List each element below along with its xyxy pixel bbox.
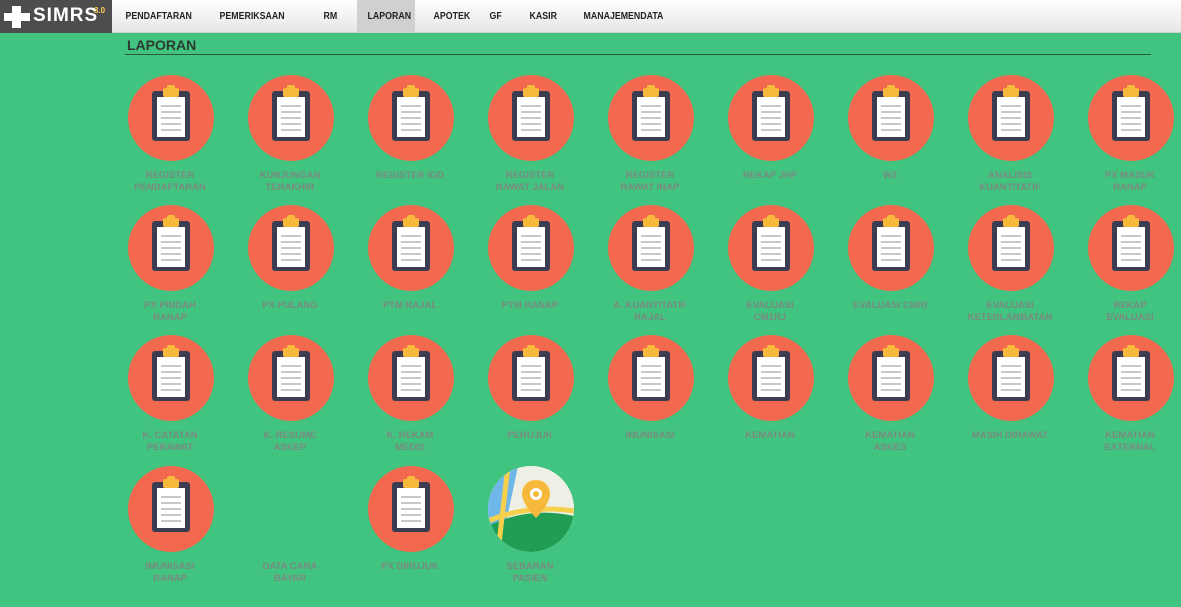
- report-label: REGISTER PENDAFTARAN: [134, 170, 206, 193]
- report-tile-px-pindah-ranap[interactable]: PX PINDAH RANAP: [120, 205, 220, 335]
- report-label: K. CATATAN PERAWAT: [142, 430, 198, 453]
- clipboard-icon: [128, 205, 214, 291]
- clipboard-icon: [968, 335, 1054, 421]
- clipboard-icon: [848, 335, 934, 421]
- report-tile-imunisasi-ranap[interactable]: IMUNISASI RANAP: [120, 466, 220, 596]
- report-tile-kunjungan-terakhir[interactable]: KUNJUNGAN TERAKHIR: [240, 75, 340, 205]
- report-tile-kematian-external[interactable]: KEMATIAN EXTERNAL: [1080, 335, 1180, 465]
- report-tile-k-rekam-medis[interactable]: K. REKAM MEDIS: [360, 335, 460, 465]
- report-label: IMUNISASI RANAP: [145, 561, 195, 584]
- clipboard-icon: [968, 75, 1054, 161]
- report-label: REGISTER IGD: [375, 170, 445, 181]
- clipboard-icon: [128, 466, 214, 552]
- clipboard-icon: [488, 75, 574, 161]
- report-label: PERUJUK: [507, 430, 553, 441]
- report-tile-ptm-rajal[interactable]: PTM RAJAL: [360, 205, 460, 335]
- report-label: PX DIRUJUK: [381, 561, 439, 572]
- report-tile-analisis-kuantitatif[interactable]: ANALISIS KUANTITATIF: [960, 75, 1060, 205]
- clipboard-icon: [1088, 75, 1174, 161]
- report-label: PX PULANG: [262, 300, 318, 311]
- report-label: K. RESUME ASKEP: [263, 430, 317, 453]
- report-label: MASIH DIRAWAT: [971, 430, 1049, 441]
- clipboard-icon: [1088, 205, 1174, 291]
- report-label: PX MASUK RANAP: [1104, 170, 1156, 193]
- report-tile-kematian-askes[interactable]: KEMATIAN ASKES: [840, 335, 940, 465]
- report-label: REGISTER RAWAT JALAN: [496, 170, 564, 193]
- clipboard-icon: [248, 205, 334, 291]
- report-grid: REGISTER PENDAFTARAN KUNJUNGAN TERAKHIR …: [0, 0, 1181, 607]
- report-tile-sebaran-pasien[interactable]: SEBARAN PASIEN: [480, 466, 580, 596]
- report-label: DATA CARA BAYAR: [262, 561, 318, 584]
- report-label: REGISTER RAWAT INAP: [620, 170, 680, 193]
- report-tile-rekap-evaluasi[interactable]: REKAP EVALUASI: [1080, 205, 1180, 335]
- report-tile-px-pulang[interactable]: PX PULANG: [240, 205, 340, 335]
- report-tile-kematian[interactable]: KEMATIAN: [720, 335, 820, 465]
- report-tile-register-pendaftaran[interactable]: REGISTER PENDAFTARAN: [120, 75, 220, 205]
- report-tile-register-igd[interactable]: REGISTER IGD: [360, 75, 460, 205]
- clipboard-icon: [368, 75, 454, 161]
- report-label: PTM RANAP: [501, 300, 559, 311]
- report-tile-evaluasi-keterlambatan[interactable]: EVALUASI KETERLAMBATAN: [960, 205, 1060, 335]
- report-tile-px-dirujuk[interactable]: PX DIRUJUK: [360, 466, 460, 596]
- report-tile-rekap-jhp[interactable]: REKAP JHP: [720, 75, 820, 205]
- clipboard-icon: [848, 75, 934, 161]
- report-label: EVALUASI CMRI: [852, 300, 928, 311]
- report-tile-register-rawat-inap[interactable]: REGISTER RAWAT INAP: [600, 75, 700, 205]
- report-label: KEMATIAN ASKES: [865, 430, 915, 453]
- clipboard-icon: [488, 205, 574, 291]
- clipboard-icon: [728, 205, 814, 291]
- report-label: EVALUASI KETERLAMBATAN: [967, 300, 1053, 323]
- report-label: PTM RAJAL: [382, 300, 438, 311]
- clipboard-icon: [1088, 335, 1174, 421]
- clipboard-icon: [248, 335, 334, 421]
- clipboard-icon: [128, 75, 214, 161]
- report-label: KUNJUNGAN TERAKHIR: [259, 170, 321, 193]
- report-label: EVALUASI CM1RJ: [746, 300, 794, 323]
- report-label: REKAP JHP: [742, 170, 798, 181]
- report-tile-masih-dirawat[interactable]: MASIH DIRAWAT: [960, 335, 1060, 465]
- report-label: A. KUANTITATIF RAJAL: [613, 300, 687, 323]
- clipboard-icon: [488, 335, 574, 421]
- clipboard-icon: [608, 205, 694, 291]
- clipboard-icon: [248, 75, 334, 161]
- report-tile-register-rawat-jalan[interactable]: REGISTER RAWAT JALAN: [480, 75, 580, 205]
- report-label: KEMATIAN EXTERNAL: [1104, 430, 1156, 453]
- clipboard-icon: [368, 466, 454, 552]
- report-label: W2: [882, 170, 898, 181]
- report-label: IMUNISASI: [625, 430, 675, 441]
- clipboard-icon: [848, 205, 934, 291]
- report-label: KEMATIAN: [745, 430, 795, 441]
- report-tile-w2[interactable]: W2: [840, 75, 940, 205]
- report-tile-imunisasi[interactable]: IMUNISASI: [600, 335, 700, 465]
- clipboard-icon: [368, 335, 454, 421]
- clipboard-icon: [728, 75, 814, 161]
- report-tile-px-masuk-ranap[interactable]: PX MASUK RANAP: [1080, 75, 1180, 205]
- report-label: REKAP EVALUASI: [1106, 300, 1154, 323]
- report-label: SEBARAN PASIEN: [506, 561, 554, 584]
- report-tile-evaluasi-cmri[interactable]: EVALUASI CMRI: [840, 205, 940, 335]
- clipboard-icon: [608, 335, 694, 421]
- clipboard-icon: [728, 335, 814, 421]
- report-tile-data-cara-bayar[interactable]: DATA CARA BAYAR: [240, 466, 340, 596]
- report-label: ANALISIS KUANTITATIF: [979, 170, 1041, 193]
- clipboard-icon: [368, 205, 454, 291]
- report-label: PX PINDAH RANAP: [144, 300, 196, 323]
- report-tile-perujuk[interactable]: PERUJUK: [480, 335, 580, 465]
- report-tile-k-catatan-perawat[interactable]: K. CATATAN PERAWAT: [120, 335, 220, 465]
- clipboard-icon: [608, 75, 694, 161]
- clipboard-icon: [128, 335, 214, 421]
- report-tile-ptm-ranap[interactable]: PTM RANAP: [480, 205, 580, 335]
- report-tile-evaluasi-cm1rj[interactable]: EVALUASI CM1RJ: [720, 205, 820, 335]
- map-pin-icon: [488, 466, 574, 552]
- report-label: K. REKAM MEDIS: [386, 430, 434, 453]
- report-tile-a-kuantitatif-rajal[interactable]: A. KUANTITATIF RAJAL: [600, 205, 700, 335]
- clipboard-icon: [968, 205, 1054, 291]
- report-tile-k-resume-askep[interactable]: K. RESUME ASKEP: [240, 335, 340, 465]
